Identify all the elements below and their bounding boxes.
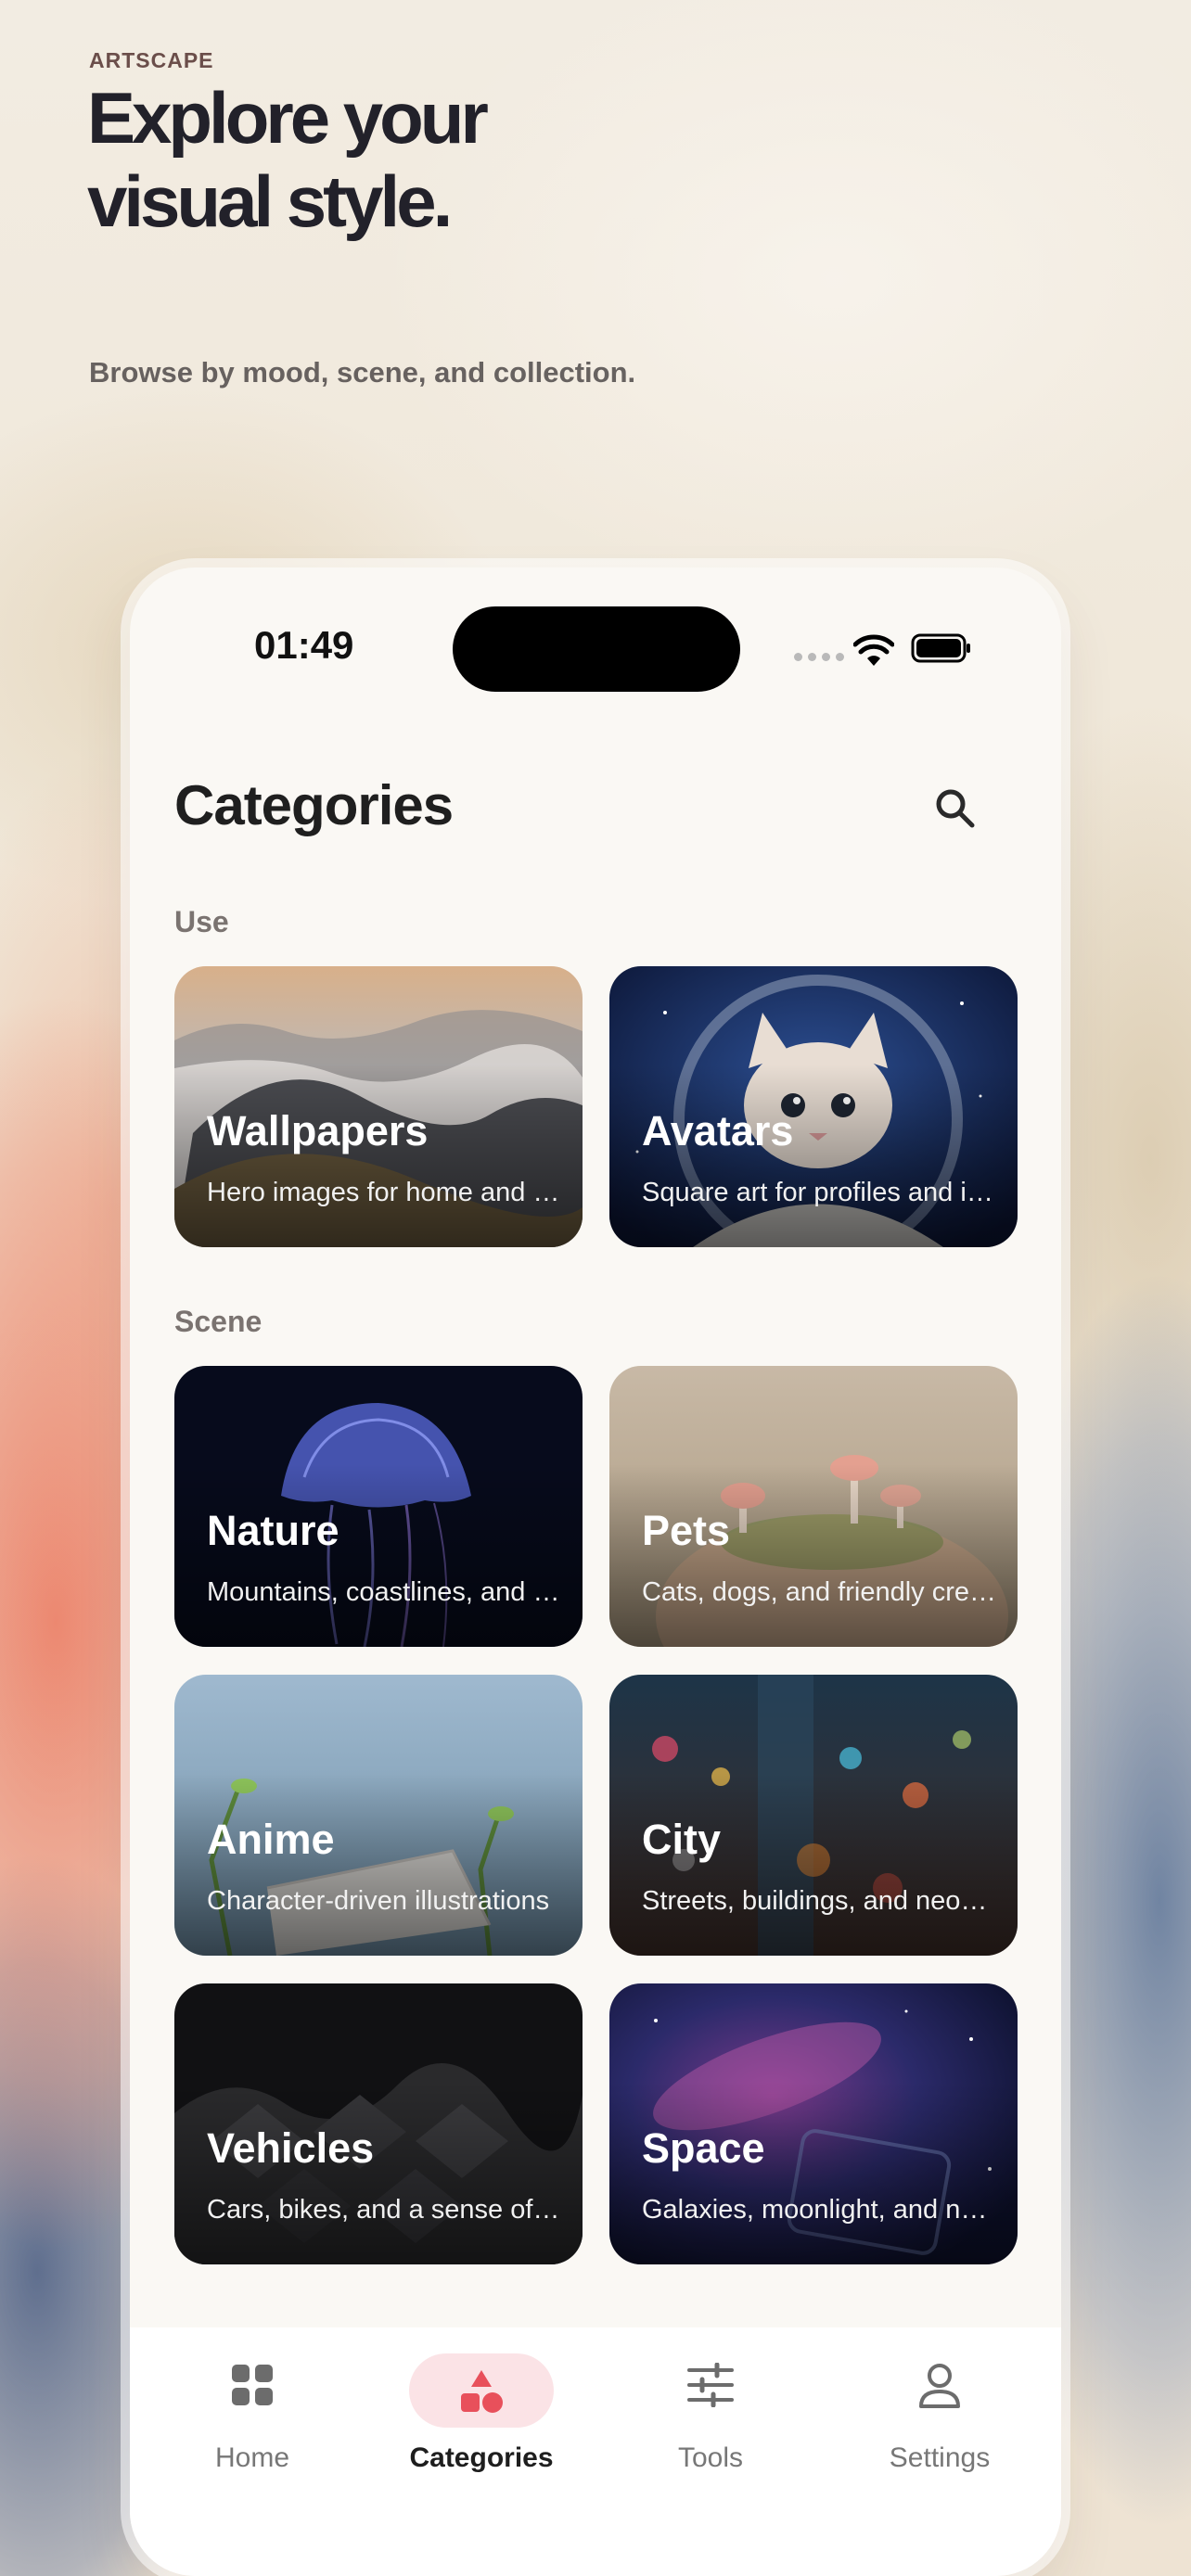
marketing-subline: Browse by mood, scene, and collection. bbox=[89, 356, 636, 389]
card-description: Character-driven illustrations bbox=[207, 1886, 550, 1916]
dynamic-island bbox=[453, 606, 740, 692]
card-description: Streets, buildings, and neon lights bbox=[642, 1886, 999, 1916]
category-card-city[interactable]: City Streets, buildings, and neon lights bbox=[609, 1675, 1018, 1956]
card-title: Vehicles bbox=[207, 2124, 375, 2172]
signal-icon bbox=[794, 653, 844, 661]
card-description: Cats, dogs, and friendly creatures bbox=[642, 1577, 999, 1607]
category-card-avatars[interactable]: Avatars Square art for profiles and icon… bbox=[609, 966, 1018, 1247]
card-description: Hero images for home and lock screens bbox=[207, 1178, 564, 1207]
tab-bar: Home Categories Tools Settings bbox=[130, 2327, 1061, 2576]
status-time: 01:49 bbox=[254, 623, 354, 667]
battery-icon bbox=[911, 633, 970, 663]
sliders-icon bbox=[687, 2363, 734, 2407]
tab-tools[interactable]: Tools bbox=[618, 2327, 803, 2513]
category-card-pets[interactable]: Pets Cats, dogs, and friendly creatures bbox=[609, 1366, 1018, 1647]
tab-label: Home bbox=[214, 2442, 290, 2473]
card-title: City bbox=[642, 1816, 722, 1863]
card-title: Avatars bbox=[642, 1107, 794, 1154]
category-card-wallpapers[interactable]: Wallpapers Hero images for home and lock… bbox=[174, 966, 583, 1247]
category-card-space[interactable]: Space Galaxies, moonlight, and nebulae bbox=[609, 1983, 1018, 2264]
tab-label: Tools bbox=[677, 2442, 744, 2473]
category-card-nature[interactable]: Nature Mountains, coastlines, and forest… bbox=[174, 1366, 583, 1647]
card-description: Cars, bikes, and a sense of speed bbox=[207, 2195, 564, 2225]
card-title: Pets bbox=[642, 1507, 731, 1554]
category-card-anime[interactable]: Anime Character-driven illustrations bbox=[174, 1675, 583, 1956]
section-label-use: Use bbox=[174, 905, 229, 938]
card-title: Nature bbox=[207, 1507, 339, 1554]
grid-icon bbox=[232, 2365, 273, 2405]
person-icon bbox=[919, 2364, 960, 2408]
section-label-scene: Scene bbox=[174, 1305, 263, 1338]
shapes-icon bbox=[461, 2370, 503, 2413]
tab-label: Settings bbox=[889, 2442, 991, 2473]
tab-categories[interactable]: Categories bbox=[389, 2327, 574, 2513]
tab-settings[interactable]: Settings bbox=[847, 2327, 1032, 2513]
card-title: Anime bbox=[207, 1816, 335, 1863]
category-card-vehicles[interactable]: Vehicles Cars, bikes, and a sense of spe… bbox=[174, 1983, 583, 2264]
tab-label: Categories bbox=[409, 2442, 554, 2473]
card-description: Mountains, coastlines, and forests bbox=[207, 1577, 564, 1607]
wifi-icon bbox=[853, 634, 894, 666]
tab-home[interactable]: Home bbox=[160, 2327, 345, 2513]
card-title: Wallpapers bbox=[207, 1107, 429, 1154]
search-icon[interactable] bbox=[929, 783, 981, 835]
card-description: Square art for profiles and icons bbox=[642, 1178, 999, 1207]
brand-label: ARTSCAPE bbox=[89, 48, 214, 72]
card-title: Space bbox=[642, 2124, 765, 2172]
marketing-headline: Explore your visual style. bbox=[87, 77, 489, 242]
page-title: Categories bbox=[174, 774, 454, 836]
card-description: Galaxies, moonlight, and nebulae bbox=[642, 2195, 999, 2225]
phone-frame: 01:49 Categories Use Wallpapers Hero ima… bbox=[130, 567, 1061, 2576]
